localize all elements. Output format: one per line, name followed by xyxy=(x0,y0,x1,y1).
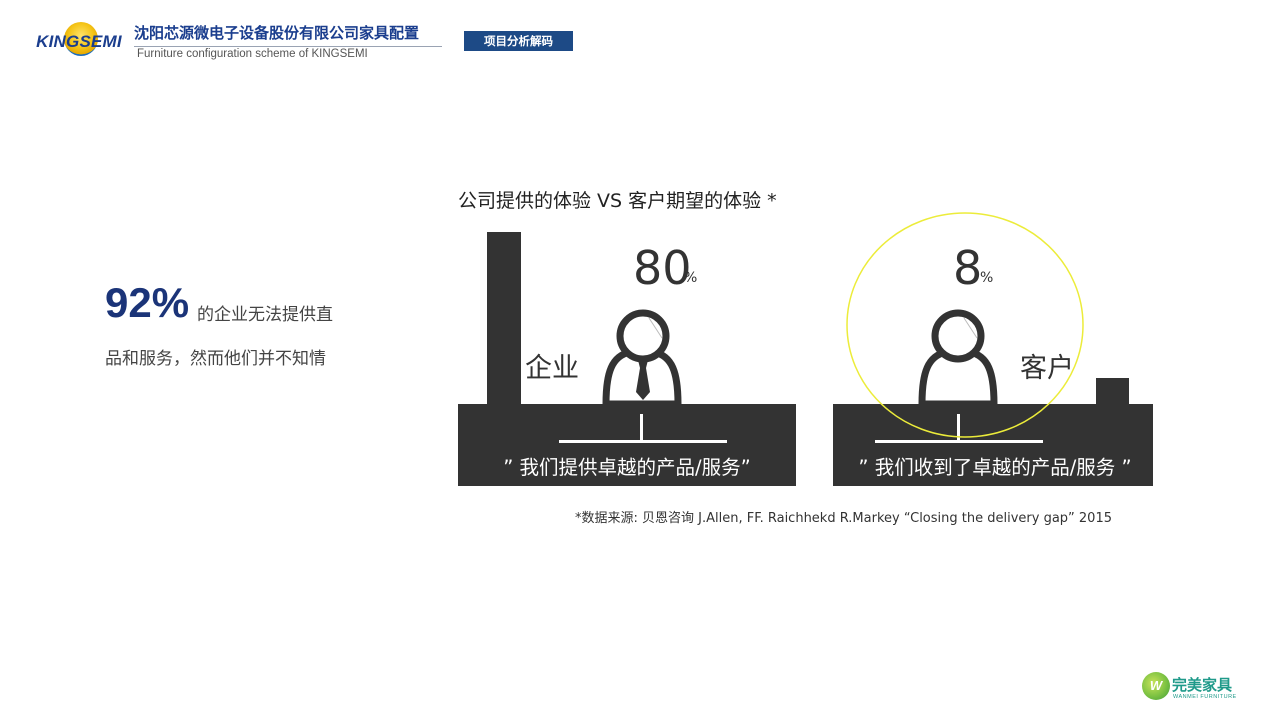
wanmei-en: WANMEI FURNITURE xyxy=(1173,694,1237,700)
wanmei-logo: W 完美家具 WANMEI FURNITURE xyxy=(1142,670,1237,704)
customer-icon xyxy=(918,309,998,408)
left-quote: ” 我们提供卓越的产品/服务” xyxy=(503,456,750,479)
left-desk-stem xyxy=(640,414,643,442)
tall-bar xyxy=(487,232,521,406)
comparison-diagram: 80 % 企业 ” 我们提供卓越的产品/服务” 8 % 客户 ” 我们收到了卓越… xyxy=(458,212,1153,486)
right-desk-stem xyxy=(957,414,960,442)
left-panel: 80 % 企业 ” 我们提供卓越的产品/服务” xyxy=(458,232,796,486)
right-label: 客户 xyxy=(1020,353,1074,384)
short-bar xyxy=(1096,378,1129,408)
right-panel: 8 % 客户 ” 我们收到了卓越的产品/服务 ” xyxy=(833,212,1153,486)
wanmei-cn: 完美家具 xyxy=(1172,676,1233,694)
left-label: 企业 xyxy=(525,353,579,384)
left-value: 80 xyxy=(633,241,692,295)
businessman-icon xyxy=(602,309,682,408)
right-value: 8 xyxy=(953,241,982,295)
right-quote: ” 我们收到了卓越的产品/服务 ” xyxy=(858,456,1131,479)
right-unit: % xyxy=(980,270,993,286)
source-note: *数据来源: 贝恩咨询 J.Allen, FF. Raichhekd R.Mar… xyxy=(575,511,1112,526)
wanmei-mark-icon: W xyxy=(1142,672,1170,700)
left-unit: % xyxy=(684,270,697,286)
